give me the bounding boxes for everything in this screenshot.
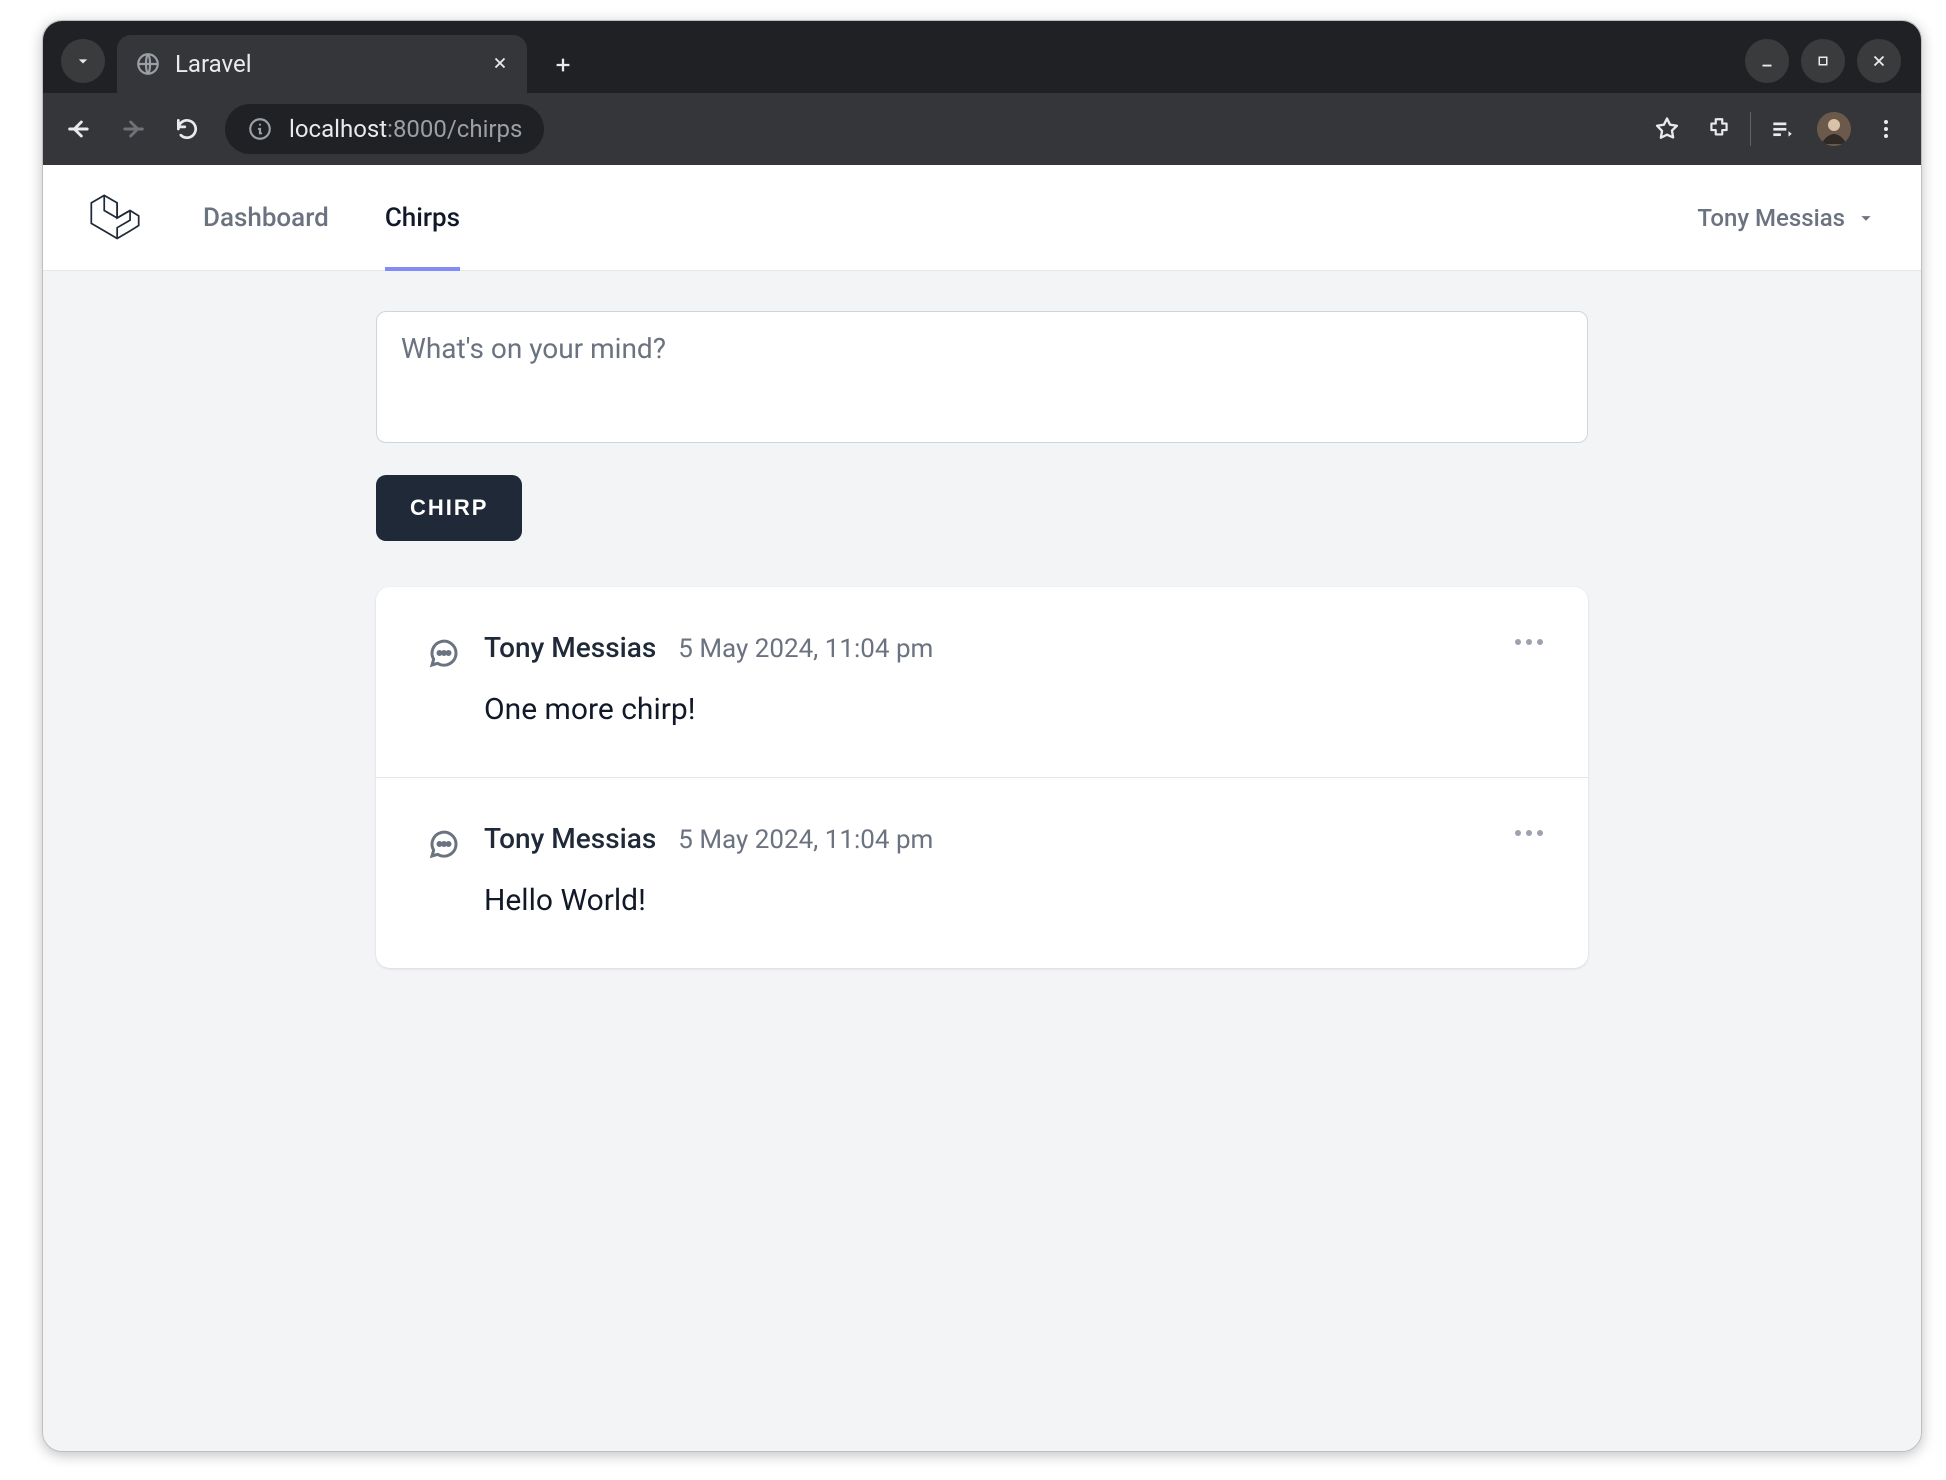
browser-window: Laravel localhost:80 xyxy=(42,20,1922,1452)
site-info-icon[interactable] xyxy=(247,116,273,142)
dots-horizontal-icon xyxy=(1514,638,1544,646)
profile-button[interactable] xyxy=(1813,108,1855,150)
url-path: :8000/chirps xyxy=(387,115,522,143)
url: localhost:8000/chirps xyxy=(289,115,522,143)
close-window-button[interactable] xyxy=(1857,39,1901,83)
user-menu[interactable]: Tony Messias xyxy=(1697,165,1877,270)
globe-icon xyxy=(135,51,161,77)
chirp-actions-button[interactable] xyxy=(1514,631,1544,650)
app-nav: Dashboard Chirps Tony Messias xyxy=(43,165,1921,271)
avatar-icon xyxy=(1817,112,1851,146)
chirp-composer[interactable] xyxy=(376,311,1588,443)
user-menu-label: Tony Messias xyxy=(1697,204,1845,232)
browser-menu-button[interactable] xyxy=(1865,108,1907,150)
chirp-author: Tony Messias xyxy=(484,822,656,855)
minimize-button[interactable] xyxy=(1745,39,1789,83)
chirp-item: Tony Messias 5 May 2024, 11:04 pm One mo… xyxy=(376,587,1588,777)
extensions-button[interactable] xyxy=(1698,108,1740,150)
chirp-actions-button[interactable] xyxy=(1514,822,1544,841)
new-tab-button[interactable] xyxy=(541,43,585,87)
content: Chirp Tony Messias 5 May 2024, 11:04 pm … xyxy=(352,271,1612,1008)
forward-button[interactable] xyxy=(111,107,155,151)
chirp-text: Hello World! xyxy=(484,883,1538,918)
app-logo[interactable] xyxy=(87,165,143,270)
tab-title: Laravel xyxy=(175,50,477,78)
tab-search-button[interactable] xyxy=(61,39,105,83)
back-button[interactable] xyxy=(57,107,101,151)
chevron-down-icon xyxy=(73,51,93,71)
maximize-button[interactable] xyxy=(1801,39,1845,83)
chirp-item: Tony Messias 5 May 2024, 11:04 pm Hello … xyxy=(376,777,1588,968)
chirp-text: One more chirp! xyxy=(484,692,1538,727)
chat-bubble-icon xyxy=(426,635,462,671)
nav-link-chirps[interactable]: Chirps xyxy=(385,165,460,270)
nav-links: Dashboard Chirps xyxy=(203,165,460,270)
chirp-time: 5 May 2024, 11:04 pm xyxy=(678,634,933,664)
nav-link-dashboard[interactable]: Dashboard xyxy=(203,165,329,270)
url-host: localhost xyxy=(289,115,387,143)
browser-toolbar: localhost:8000/chirps xyxy=(43,93,1921,165)
chirp-time: 5 May 2024, 11:04 pm xyxy=(678,825,933,855)
chirp-feed: Tony Messias 5 May 2024, 11:04 pm One mo… xyxy=(376,587,1588,968)
bookmark-button[interactable] xyxy=(1646,108,1688,150)
address-bar[interactable]: localhost:8000/chirps xyxy=(225,104,544,154)
titlebar: Laravel xyxy=(43,21,1921,93)
reload-button[interactable] xyxy=(165,107,209,151)
chevron-down-icon xyxy=(1855,207,1877,229)
media-controls-button[interactable] xyxy=(1761,108,1803,150)
toolbar-separator xyxy=(1750,112,1751,146)
laravel-logo-icon xyxy=(87,190,143,246)
chirp-submit-button[interactable]: Chirp xyxy=(376,475,522,541)
browser-tab[interactable]: Laravel xyxy=(117,35,527,93)
window-controls xyxy=(1745,39,1921,93)
chirp-author: Tony Messias xyxy=(484,631,656,664)
chat-bubble-icon xyxy=(426,826,462,862)
page-viewport: Dashboard Chirps Tony Messias Chirp xyxy=(43,165,1921,1451)
close-tab-icon[interactable] xyxy=(491,50,509,78)
dots-horizontal-icon xyxy=(1514,829,1544,837)
